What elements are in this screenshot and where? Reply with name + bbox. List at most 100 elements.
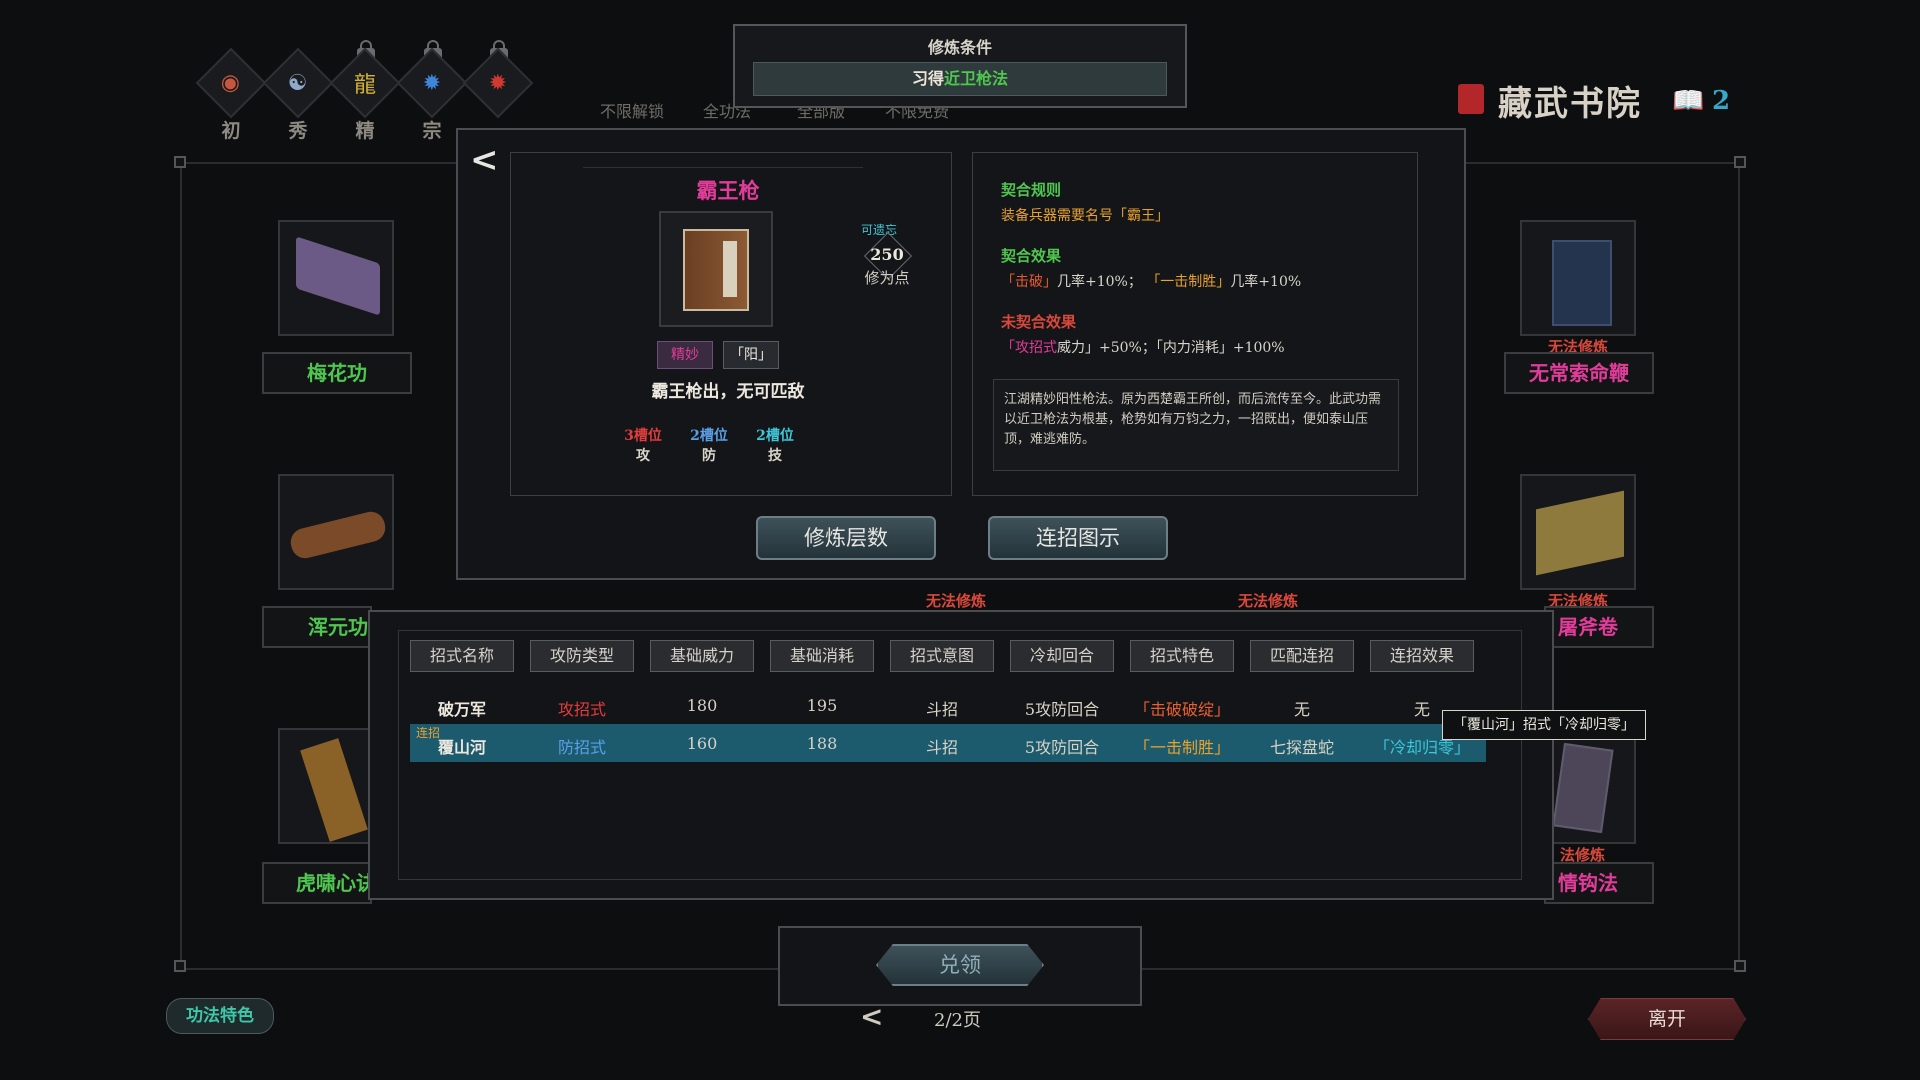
move-intent: 斗招 <box>925 700 958 719</box>
slot-defense: 2槽位 防 <box>689 425 729 465</box>
slot-type: 攻 <box>636 448 650 464</box>
uneffect-title: 未契合效果 <box>1001 313 1077 331</box>
rule-title: 契合规则 <box>1001 181 1062 199</box>
move-combo: 七探盘蛇 <box>1269 738 1334 757</box>
col-header-combo[interactable]: 匹配连招 <box>1250 640 1354 672</box>
status-cannot-train: 无法修炼 <box>926 592 987 610</box>
move-cost: 188 <box>806 734 838 753</box>
slot-count: 3槽位 <box>624 428 662 444</box>
skill-description: 江湖精妙阳性枪法。原为西楚霸王所创，而后流传至今。此武功需以近卫枪法为根基，枪势… <box>993 379 1399 471</box>
move-cooldown: 5攻防回合 <box>1024 700 1100 719</box>
skill-name: 霸王枪 <box>696 178 760 203</box>
train-levels-button[interactable]: 修炼层数 <box>756 516 936 560</box>
book-name[interactable]: 梅花功 <box>262 352 412 394</box>
library-title: 藏武书院 <box>1498 84 1642 124</box>
slot-type: 防 <box>702 448 716 464</box>
realm-label: 秀 <box>288 120 308 142</box>
back-arrow-icon[interactable]: < <box>470 140 499 180</box>
condition-title: 修炼条件 <box>927 38 992 57</box>
skill-motto: 霸王枪出，无可匹敌 <box>651 382 805 402</box>
table-row-selected[interactable]: 连招 覆山河 防招式 160 188 斗招 5攻防回合 「一击制胜」 七探盘蛇 … <box>410 724 1486 762</box>
realm-tab-xiu[interactable]: ☯ 秀 <box>262 47 334 143</box>
realm-label: 精 <box>355 120 375 142</box>
book-count: 2 <box>1712 86 1731 116</box>
move-intent: 斗招 <box>925 738 958 757</box>
status-cannot-train: 无法修炼 <box>1238 592 1299 610</box>
seal-icon <box>1458 84 1484 114</box>
condition-requirement: 习得近卫枪法 <box>753 62 1167 96</box>
realm-label: 初 <box>221 120 241 142</box>
book-name[interactable]: 情钩法 <box>1544 862 1654 904</box>
points-label: 修为点 <box>864 269 910 287</box>
book-name[interactable]: 浑元功 <box>262 606 372 648</box>
yin-yang-icon: ☯ <box>288 70 308 96</box>
combo-tooltip: 「覆山河」招式「冷却归零」 <box>1442 710 1646 740</box>
prev-page-arrow-icon[interactable]: < <box>860 1000 883 1033</box>
realm-tab-jing[interactable]: 龍 精 <box>329 47 401 143</box>
redeem-button[interactable]: 兑领 <box>876 944 1044 986</box>
condition-skill: 近卫枪法 <box>944 69 1009 88</box>
effect-keyword: 「一击制胜」 <box>1146 274 1231 290</box>
book-name[interactable]: 屠斧卷 <box>1544 606 1654 648</box>
page-indicator: 2/2页 <box>934 1010 981 1031</box>
effect-keyword: 「击破」 <box>1001 274 1057 290</box>
col-header-feature[interactable]: 招式特色 <box>1130 640 1234 672</box>
frame-corner <box>1734 156 1746 168</box>
col-header-name[interactable]: 招式名称 <box>410 640 514 672</box>
book-slot-hunyuan[interactable] <box>278 474 394 590</box>
table-row[interactable]: 破万军 攻招式 180 195 斗招 5攻防回合 「击破破绽」 无 无 <box>410 688 1486 722</box>
scroll-icon <box>1536 490 1624 576</box>
col-header-cooldown[interactable]: 冷却回合 <box>1010 640 1114 672</box>
skill-book-frame <box>659 211 773 327</box>
rule-text: 装备兵器需要名号「霸王」 <box>1001 208 1169 224</box>
effect-value: 几率+10%； <box>1057 274 1142 290</box>
move-power: 160 <box>686 734 718 753</box>
book-name[interactable]: 虎啸心诀 <box>262 862 372 904</box>
col-header-effect[interactable]: 连招效果 <box>1370 640 1474 672</box>
leave-button[interactable]: 离开 <box>1588 998 1746 1040</box>
realm-tab-locked[interactable]: ✹ <box>462 47 534 119</box>
move-cooldown: 5攻防回合 <box>1024 738 1100 757</box>
book-slot-meihua[interactable] <box>278 220 394 336</box>
move-power: 180 <box>686 696 718 715</box>
book-icon <box>1552 240 1612 326</box>
move-name: 破万军 <box>437 700 486 719</box>
uneffect-value: 威力」+50%；「内力消耗」+100% <box>1057 340 1285 356</box>
condition-prefix: 习得 <box>911 69 944 88</box>
book-name[interactable]: 无常索命鞭 <box>1504 352 1654 394</box>
skill-info-panel: 霸王枪 可遗忘 250 修为点 精妙 「阳」 霸王枪出，无可匹敌 3槽位 攻 2… <box>510 152 952 496</box>
col-header-cost[interactable]: 基础消耗 <box>770 640 874 672</box>
book-icon <box>1552 742 1614 834</box>
uneffect-keyword: 「攻招式 <box>1001 340 1057 356</box>
frame-corner <box>174 156 186 168</box>
feature-button[interactable]: 功法特色 <box>166 998 274 1034</box>
book-slot-tufu[interactable] <box>1520 474 1636 590</box>
condition-box: 修炼条件 习得近卫枪法 <box>733 24 1187 108</box>
col-header-power[interactable]: 基础威力 <box>650 640 754 672</box>
blue-dragon-icon: ✹ <box>422 70 442 96</box>
book-icon: 📖 <box>1672 86 1705 116</box>
effect-title: 契合效果 <box>1001 247 1062 265</box>
move-feature: 「击破破绽」 <box>1133 700 1230 719</box>
slot-count: 2槽位 <box>756 428 794 444</box>
move-type: 防招式 <box>557 738 606 757</box>
yang-tag: 「阳」 <box>723 341 779 369</box>
move-combo: 无 <box>1293 700 1310 719</box>
col-header-type[interactable]: 攻防类型 <box>530 640 634 672</box>
slot-type: 技 <box>768 448 782 464</box>
filter-tab[interactable]: 不限解锁 <box>600 98 664 122</box>
swirl-orb-icon: ◉ <box>221 70 241 96</box>
move-cost: 195 <box>806 696 838 715</box>
points-value: 250 <box>870 245 904 264</box>
synergy-panel: 契合规则 装备兵器需要名号「霸王」 契合效果 「击破」几率+10%； 「一击制胜… <box>972 152 1418 496</box>
col-header-intent[interactable]: 招式意图 <box>890 640 994 672</box>
book-slot-wuchang[interactable] <box>1520 220 1636 336</box>
dragon-icon: 龍 <box>353 72 377 98</box>
move-feature: 「一击制胜」 <box>1133 738 1230 757</box>
combo-diagram-button[interactable]: 连招图示 <box>988 516 1168 560</box>
uneffect-text: 「攻招式威力」+50%；「内力消耗」+100% <box>1001 337 1285 357</box>
realm-tab-zong[interactable]: ✹ 宗 <box>396 47 468 143</box>
realm-tab-chu[interactable]: ◉ 初 <box>195 47 267 143</box>
scroll-icon <box>296 236 380 316</box>
move-name: 覆山河 <box>437 738 486 757</box>
